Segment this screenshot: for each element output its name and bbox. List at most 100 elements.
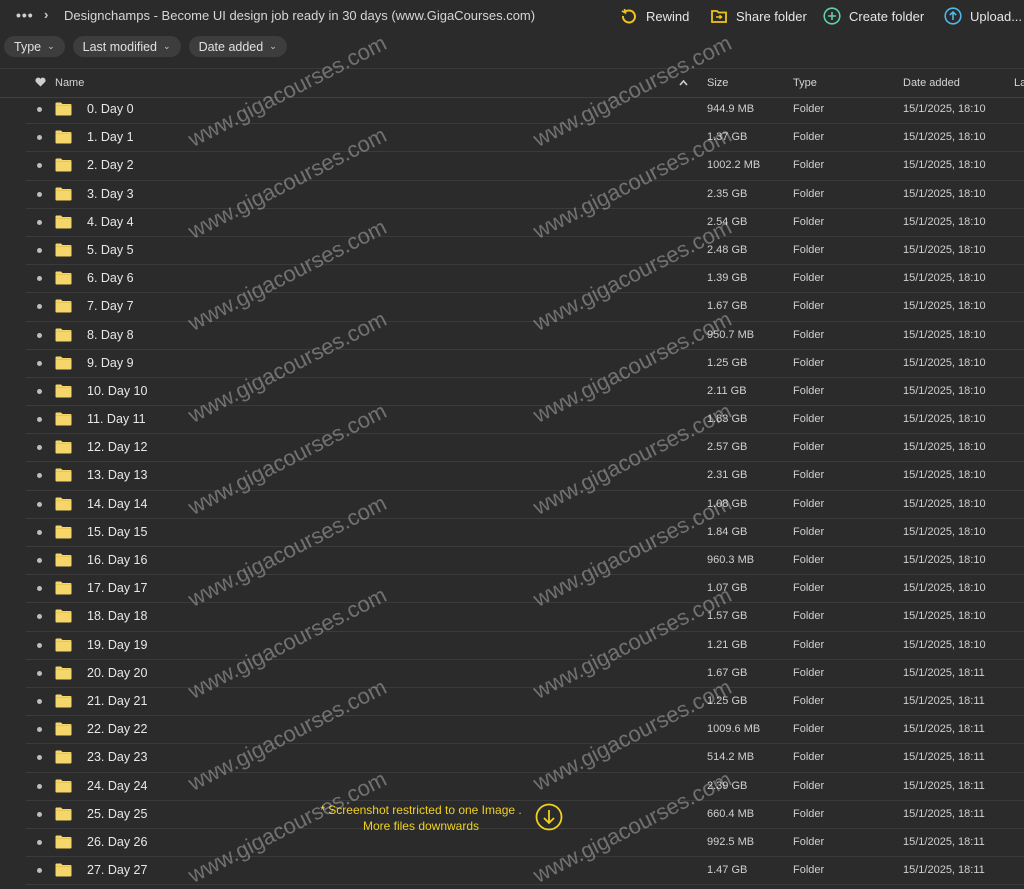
column-header-date-added[interactable]: Date added [903,77,960,89]
folder-name[interactable]: 6. Day 6 [87,271,134,285]
folder-row[interactable]: 8. Day 8 950.7 MB Folder 15/1/2025, 18:10 [26,322,1024,350]
folder-name[interactable]: 5. Day 5 [87,243,134,257]
folder-row[interactable]: 9. Day 9 1.25 GB Folder 15/1/2025, 18:10 [26,350,1024,378]
folder-name[interactable]: 11. Day 11 [87,412,146,426]
folder-name[interactable]: 7. Day 7 [87,299,134,313]
create-folder-button[interactable]: Create folder [823,7,924,25]
folder-type: Folder [793,384,825,397]
folder-name[interactable]: 21. Day 21 [87,694,147,708]
folder-row[interactable]: 3. Day 3 2.35 GB Folder 15/1/2025, 18:10 [26,181,1024,209]
folder-name[interactable]: 27. Day 27 [87,863,147,877]
more-options-button[interactable]: ••• [16,7,34,23]
folder-name[interactable]: 2. Day 2 [87,158,134,172]
column-header-type[interactable]: Type [793,77,817,89]
column-header-last[interactable]: La [1014,77,1024,89]
filter-last-modified[interactable]: Last modified ⌄ [72,36,181,57]
bullet-icon [37,304,42,310]
folder-row[interactable]: 22. Day 22 1009.6 MB Folder 15/1/2025, 18:1… [26,716,1024,745]
chevron-down-icon: ⌄ [47,41,55,51]
folder-date-added: 15/1/2025, 18:10 [903,441,986,454]
upload-icon [944,7,962,25]
filter-date-added[interactable]: Date added ⌄ [188,36,287,57]
folder-name[interactable]: 13. Day 13 [87,468,147,482]
folder-size: 1.25 GB [707,356,748,369]
folder-row[interactable]: 27. Day 27 1.47 GB Folder 15/1/2025, 18:11 [26,857,1024,886]
folder-name[interactable]: 9. Day 9 [87,356,134,370]
folder-date-added: 15/1/2025, 18:10 [903,554,986,566]
folder-row[interactable]: 1. Day 1 1.37 GB Folder 15/1/2025, 18:10 [26,124,1024,153]
folder-row[interactable]: 5. Day 5 2.48 GB Folder 15/1/2025, 18:10 [26,237,1024,266]
folder-name[interactable]: 14. Day 14 [87,497,147,511]
folder-date-added: 15/1/2025, 18:10 [903,356,986,369]
folder-name[interactable]: 20. Day 20 [87,666,147,680]
arrow-down-circle-icon [535,803,563,831]
folder-type: Folder [793,215,825,228]
rewind-button[interactable]: Rewind [620,7,689,25]
upload-button[interactable]: Upload... [944,7,1022,25]
folder-name[interactable]: 8. Day 8 [87,328,134,342]
bullet-icon [37,783,42,789]
folder-row[interactable]: 10. Day 10 2.11 GB Folder 15/1/2025, 18:10 [26,378,1024,407]
top-bar: ••• › Designchamps - Become UI design jo… [0,0,1024,32]
folder-size: 1.47 GB [707,864,748,877]
folder-icon [55,497,72,511]
folder-name[interactable]: 16. Day 16 [87,553,147,567]
folder-row[interactable]: 15. Day 15 1.84 GB Folder 15/1/2025, 18:10 [26,519,1024,547]
bullet-icon [37,558,42,563]
folder-date-added: 15/1/2025, 18:10 [903,187,986,200]
folder-name[interactable]: 1. Day 1 [87,130,134,144]
heart-icon[interactable] [35,77,46,87]
folder-name[interactable]: 26. Day 26 [87,835,147,849]
folder-name[interactable]: 4. Day 4 [87,215,134,229]
bullet-icon [37,501,42,507]
folder-name[interactable]: 18. Day 18 [87,609,147,623]
folder-name[interactable]: 10. Day 10 [87,384,147,398]
folder-row[interactable]: 13. Day 13 2.31 GB Folder 15/1/2025, 18:10 [26,462,1024,491]
folder-row[interactable]: 14. Day 14 1.08 GB Folder 15/1/2025, 18:10 [26,491,1024,519]
share-folder-button[interactable]: Share folder [710,7,807,25]
filter-type[interactable]: Type ⌄ [4,36,65,57]
breadcrumb[interactable]: Designchamps - Become UI design job read… [64,8,535,23]
folder-size: 944.9 MB [707,103,755,115]
folder-row[interactable]: 19. Day 19 1.21 GB Folder 15/1/2025, 18:10 [26,632,1024,660]
folder-row[interactable]: 23. Day 23 514.2 MB Folder 15/1/2025, 18:11 [26,744,1024,773]
folder-icon [55,581,72,595]
folder-name[interactable]: 12. Day 12 [87,440,147,454]
column-header-name[interactable]: Name [55,77,84,89]
folder-row[interactable]: 21. Day 21 1.25 GB Folder 15/1/2025, 18:11 [26,688,1024,717]
folder-icon [55,694,72,708]
folder-row[interactable]: 17. Day 17 1.07 GB Folder 15/1/2025, 18:10 [26,575,1024,604]
folder-row[interactable]: 0. Day 0 944.9 MB Folder 15/1/2025, 18:10 [26,96,1024,125]
folder-name[interactable]: 23. Day 23 [87,750,147,764]
folder-name[interactable]: 15. Day 15 [87,525,147,539]
folder-row[interactable]: 20. Day 20 1.67 GB Folder 15/1/2025, 18:11 [26,660,1024,688]
create-folder-icon [823,7,841,25]
chevron-down-icon: ⌄ [163,41,171,51]
share-folder-label: Share folder [736,8,807,24]
folder-name[interactable]: 3. Day 3 [87,187,134,201]
sort-ascending-icon[interactable] [679,79,688,86]
folder-row[interactable]: 2. Day 2 1002.2 MB Folder 15/1/2025, 18:10 [26,152,1024,181]
folder-row[interactable]: 4. Day 4 2.54 GB Folder 15/1/2025, 18:10 [26,209,1024,237]
bullet-icon [37,191,42,197]
folder-row[interactable]: 18. Day 18 1.57 GB Folder 15/1/2025, 18:10 [26,603,1024,632]
folder-row[interactable]: 16. Day 16 960.3 MB Folder 15/1/2025, 18:10 [26,547,1024,576]
folder-name[interactable]: 19. Day 19 [87,638,147,652]
notice-line-2: More files downwards [362,819,480,833]
folder-row[interactable]: 7. Day 7 1.67 GB Folder 15/1/2025, 18:10 [26,293,1024,322]
folder-name[interactable]: 24. Day 24 [87,779,147,793]
folder-name[interactable]: 0. Day 0 [87,102,134,116]
folder-row[interactable]: 6. Day 6 1.39 GB Folder 15/1/2025, 18:10 [26,265,1024,294]
folder-row[interactable]: 24. Day 24 2.39 GB Folder 15/1/2025, 18:11 [26,773,1024,801]
folder-row[interactable]: 11. Day 11 1.83 GB Folder 15/1/2025, 18:10 [26,406,1024,435]
column-header-size[interactable]: Size [707,77,728,89]
folder-name[interactable]: 25. Day 25 [87,807,147,821]
folder-type: Folder [793,272,825,285]
chevron-down-icon: ⌄ [269,41,277,51]
folder-type: Folder [793,638,825,651]
folder-name[interactable]: 22. Day 22 [87,722,147,736]
folder-name[interactable]: 17. Day 17 [87,581,147,595]
folder-row[interactable]: 12. Day 12 2.57 GB Folder 15/1/2025, 18:10 [26,434,1024,463]
bullet-icon [37,417,42,423]
folder-icon [55,356,72,370]
